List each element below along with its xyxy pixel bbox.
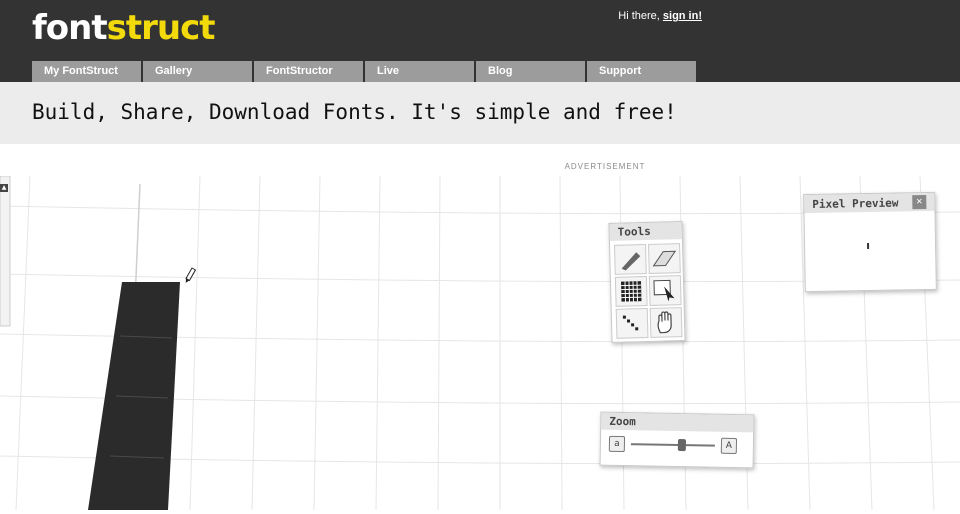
tagline-bar: Build, Share, Download Fonts. It's simpl… xyxy=(0,82,960,144)
line-tool-button[interactable] xyxy=(615,307,649,339)
zoom-slider-thumb[interactable] xyxy=(677,439,687,452)
zoom-panel: Zoom a A xyxy=(599,411,755,469)
eraser-tool-icon xyxy=(652,250,677,267)
pixel-preview-title: Pixel Preview xyxy=(812,195,899,211)
pencil-cursor-icon xyxy=(185,267,197,283)
fontstruct-logo[interactable]: fontstruct xyxy=(32,8,216,48)
select-tool-icon xyxy=(653,279,675,302)
greeting-text: Hi there, sign in! xyxy=(618,10,702,22)
logo-part-font: font xyxy=(32,8,108,48)
hand-tool-button[interactable] xyxy=(649,307,683,338)
filled-glyph-column xyxy=(88,282,180,510)
tools-panel: Tools xyxy=(608,221,686,343)
grid-tool-button[interactable] xyxy=(614,276,648,307)
pixel-preview-panel: Pixel Preview ✕ xyxy=(803,191,937,293)
zoom-in-button[interactable]: A xyxy=(720,437,738,455)
page-tagline: Build, Share, Download Fonts. It's simpl… xyxy=(32,100,677,124)
zoom-out-button[interactable]: a xyxy=(608,435,626,453)
scroll-up-button[interactable]: ▲ xyxy=(0,184,8,192)
select-tool-button[interactable] xyxy=(648,275,682,306)
sign-in-link[interactable]: sign in! xyxy=(663,10,702,22)
pencil-tool-button[interactable] xyxy=(614,244,647,275)
tools-grid xyxy=(610,239,685,343)
close-icon[interactable]: ✕ xyxy=(912,195,927,210)
zoom-slider-track[interactable] xyxy=(630,439,715,452)
nav-tab-gallery[interactable]: Gallery xyxy=(143,61,252,82)
main-nav: My FontStruct Gallery FontStructor Live … xyxy=(32,61,698,82)
nav-tab-fontstructor[interactable]: FontStructor xyxy=(254,61,363,82)
site-header: fontstruct Hi there, sign in! My FontStr… xyxy=(0,0,960,82)
tools-panel-title: Tools xyxy=(609,222,682,241)
line-tool-icon xyxy=(622,315,639,331)
hand-tool-icon xyxy=(657,311,672,334)
nav-tab-my-fontstruct[interactable]: My FontStruct xyxy=(32,61,141,82)
advertisement-label: ADVERTISEMENT xyxy=(564,162,646,171)
pixel-preview-canvas xyxy=(867,243,870,250)
zoom-controls: a A xyxy=(601,430,753,461)
pencil-tool-icon xyxy=(621,252,641,271)
nav-tab-live[interactable]: Live xyxy=(365,61,474,82)
greeting-label: Hi there, xyxy=(618,10,663,22)
grid-tool-icon xyxy=(620,281,642,302)
nav-tab-blog[interactable]: Blog xyxy=(476,61,585,82)
eraser-tool-button[interactable] xyxy=(648,243,681,274)
pixel-preview-titlebar: Pixel Preview ✕ xyxy=(804,192,935,214)
logo-part-struct: struct xyxy=(106,8,216,48)
nav-tab-support[interactable]: Support xyxy=(587,61,696,82)
